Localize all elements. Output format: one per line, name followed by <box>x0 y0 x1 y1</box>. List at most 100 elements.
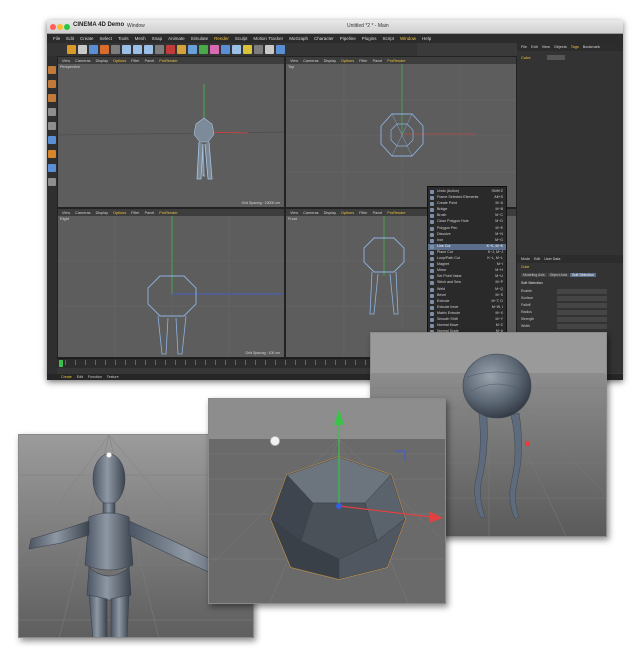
viewport-menu-item[interactable]: View <box>62 211 70 215</box>
object-manager-menu-item[interactable]: Tags <box>571 45 579 49</box>
toolbar-tool-icon[interactable] <box>232 45 241 54</box>
viewport-menu-item[interactable]: Options <box>341 59 354 63</box>
toolbar-tool-icon[interactable] <box>166 45 175 54</box>
viewport-menu-item[interactable]: Display <box>324 211 336 215</box>
menu-item[interactable]: Mesh <box>135 36 146 41</box>
menu-item[interactable]: MoGraph <box>289 36 308 41</box>
material-manager-tab[interactable]: Texture <box>107 375 119 379</box>
toolbar-tool-icon[interactable] <box>100 45 109 54</box>
viewport-menu-item[interactable]: Filter <box>131 211 139 215</box>
attribute-row-field[interactable] <box>557 324 607 329</box>
menu-item[interactable]: Window <box>400 36 416 41</box>
toolbar-tool-icon[interactable] <box>111 45 120 54</box>
viewport-menu-item[interactable]: Panel <box>145 211 155 215</box>
toolbar-tool-icon[interactable] <box>199 45 208 54</box>
attribute-menu-item[interactable]: User Data <box>544 257 560 261</box>
attribute-row-field[interactable] <box>557 296 607 301</box>
left-tool-icon[interactable] <box>48 122 56 130</box>
left-tool-icon[interactable] <box>48 66 56 74</box>
toolbar-tool-icon[interactable] <box>210 45 219 54</box>
toolbar-tool-icon[interactable] <box>144 45 153 54</box>
viewport-menu-item[interactable]: ProRender <box>387 59 405 63</box>
viewport-menu-item[interactable]: Filter <box>359 59 367 63</box>
viewport-menu-item[interactable]: Options <box>113 211 126 215</box>
viewport-menu-item[interactable]: Filter <box>359 211 367 215</box>
playhead[interactable] <box>59 360 63 367</box>
viewport-menu-item[interactable]: View <box>290 211 298 215</box>
viewport-menu-item[interactable]: Options <box>341 211 354 215</box>
menu-item[interactable]: Script <box>383 36 395 41</box>
viewport-menu-item[interactable]: Options <box>113 59 126 63</box>
object-manager-menu-item[interactable]: View <box>542 45 550 49</box>
viewport-menu-item[interactable]: Display <box>96 59 108 63</box>
zoom-window-icon[interactable] <box>64 24 70 30</box>
toolbar-tool-icon[interactable] <box>155 45 164 54</box>
menu-item[interactable]: Pipeline <box>340 36 356 41</box>
menu-item[interactable]: Plugins <box>362 36 377 41</box>
object-manager-menu-item[interactable]: File <box>521 45 527 49</box>
viewport-menu-item[interactable]: View <box>62 59 70 63</box>
attribute-row-field[interactable] <box>557 310 607 315</box>
viewport-menu-item[interactable]: Filter <box>131 59 139 63</box>
left-tool-icon[interactable] <box>48 80 56 88</box>
menu-item[interactable]: Snap <box>152 36 163 41</box>
menu-item[interactable]: Sculpt <box>235 36 248 41</box>
menu-item[interactable]: Tools <box>118 36 129 41</box>
menu-item[interactable]: Create <box>80 36 94 41</box>
toolbar-tool-icon[interactable] <box>276 45 285 54</box>
object-list-item[interactable]: Cube <box>521 55 531 60</box>
toolbar-tool-icon[interactable] <box>122 45 131 54</box>
attribute-row-field[interactable] <box>557 317 607 322</box>
menu-item[interactable]: Character <box>314 36 334 41</box>
menu-item[interactable]: Render <box>214 36 229 41</box>
attribute-menu-item[interactable]: Edit <box>534 257 540 261</box>
viewport-menu-item[interactable]: Panel <box>145 59 155 63</box>
material-manager-tab[interactable]: Edit <box>77 375 83 379</box>
attribute-tab[interactable]: Object Axis <box>547 273 570 277</box>
menu-item[interactable]: Edit <box>66 36 74 41</box>
toolbar-tool-icon[interactable] <box>78 45 87 54</box>
toolbar-tool-icon[interactable] <box>265 45 274 54</box>
close-window-icon[interactable] <box>50 24 56 30</box>
attribute-tab[interactable]: Modeling Axis <box>521 273 547 277</box>
viewport-menu-item[interactable]: Cameras <box>303 211 318 215</box>
viewport-menu-item[interactable]: Cameras <box>75 59 90 63</box>
menu-item[interactable]: Help <box>422 36 431 41</box>
viewport-menu-item[interactable]: ProRender <box>159 211 177 215</box>
viewport-menu-item[interactable]: Cameras <box>75 211 90 215</box>
material-manager-tab[interactable]: Create <box>61 375 72 379</box>
toolbar-tool-icon[interactable] <box>243 45 252 54</box>
menu-item[interactable]: Animate <box>168 36 185 41</box>
viewport-menu-item[interactable]: ProRender <box>387 211 405 215</box>
toolbar-tool-icon[interactable] <box>133 45 142 54</box>
toolbar-tool-icon[interactable] <box>254 45 263 54</box>
toolbar-tool-icon[interactable] <box>89 45 98 54</box>
viewport-menu-item[interactable]: Display <box>96 211 108 215</box>
material-manager-tab[interactable]: Function <box>88 375 102 379</box>
left-tool-icon[interactable] <box>48 108 56 116</box>
menu-item[interactable]: Motion Tracker <box>253 36 283 41</box>
attribute-tab[interactable]: Soft Selection <box>570 273 596 277</box>
menu-item[interactable]: File <box>53 36 60 41</box>
left-tool-icon[interactable] <box>48 94 56 102</box>
toolbar-tool-icon[interactable] <box>188 45 197 54</box>
viewport-menu-item[interactable]: ProRender <box>159 59 177 63</box>
object-manager-menu-item[interactable]: Edit <box>531 45 538 49</box>
viewport-menu-item[interactable]: View <box>290 59 298 63</box>
object-manager-menu-item[interactable]: Objects <box>554 45 567 49</box>
left-tool-icon[interactable] <box>48 164 56 172</box>
attribute-row-field[interactable] <box>557 289 607 294</box>
viewport-menu-item[interactable]: Cameras <box>303 59 318 63</box>
menu-item[interactable]: Select <box>100 36 113 41</box>
left-tool-icon[interactable] <box>48 150 56 158</box>
menu-item[interactable]: Simulate <box>191 36 209 41</box>
toolbar-tool-icon[interactable] <box>67 45 76 54</box>
attribute-menu-item[interactable]: Mode <box>521 257 530 261</box>
attribute-row-field[interactable] <box>557 303 607 308</box>
viewport-menu-item[interactable]: Panel <box>373 59 383 63</box>
viewport-right[interactable]: View Cameras Display Options Filter Panel ProR… <box>57 208 285 358</box>
toolbar-tool-icon[interactable] <box>221 45 230 54</box>
window-menu-label[interactable]: Window <box>127 23 145 29</box>
viewport-menu-item[interactable]: Panel <box>373 211 383 215</box>
left-tool-icon[interactable] <box>48 178 56 186</box>
